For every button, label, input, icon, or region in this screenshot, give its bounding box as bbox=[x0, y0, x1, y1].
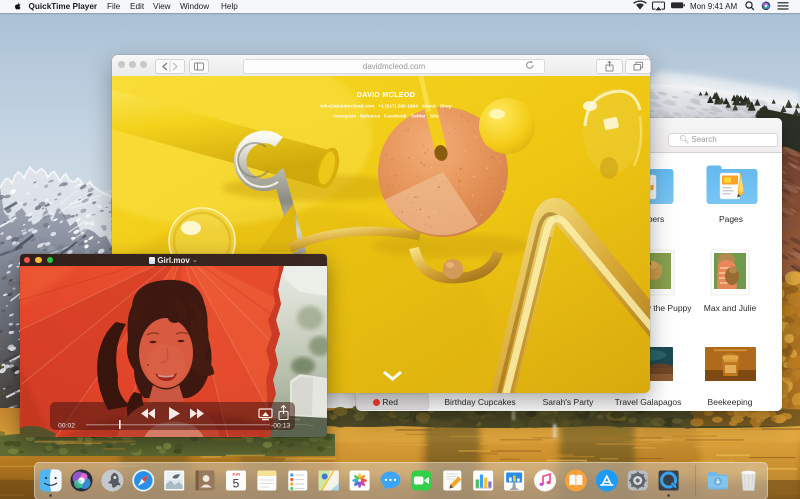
svg-text:info@davidmcleod.com +1 (917: info@davidmcleod.com +1 (917) 285-1684 A… bbox=[320, 104, 451, 110]
svg-text:-00:13: -00:13 bbox=[271, 423, 290, 430]
svg-text:00:02: 00:02 bbox=[58, 423, 75, 430]
svg-text:Pages: Pages bbox=[719, 214, 743, 224]
svg-text:5: 5 bbox=[233, 477, 240, 491]
svg-text:Instagram Behance Facebook: Instagram Behance Facebook Twitter Site bbox=[333, 114, 439, 120]
svg-text:Max and Julie: Max and Julie bbox=[704, 303, 757, 313]
svg-text:DAVID MCLEOD: DAVID MCLEOD bbox=[357, 90, 416, 99]
